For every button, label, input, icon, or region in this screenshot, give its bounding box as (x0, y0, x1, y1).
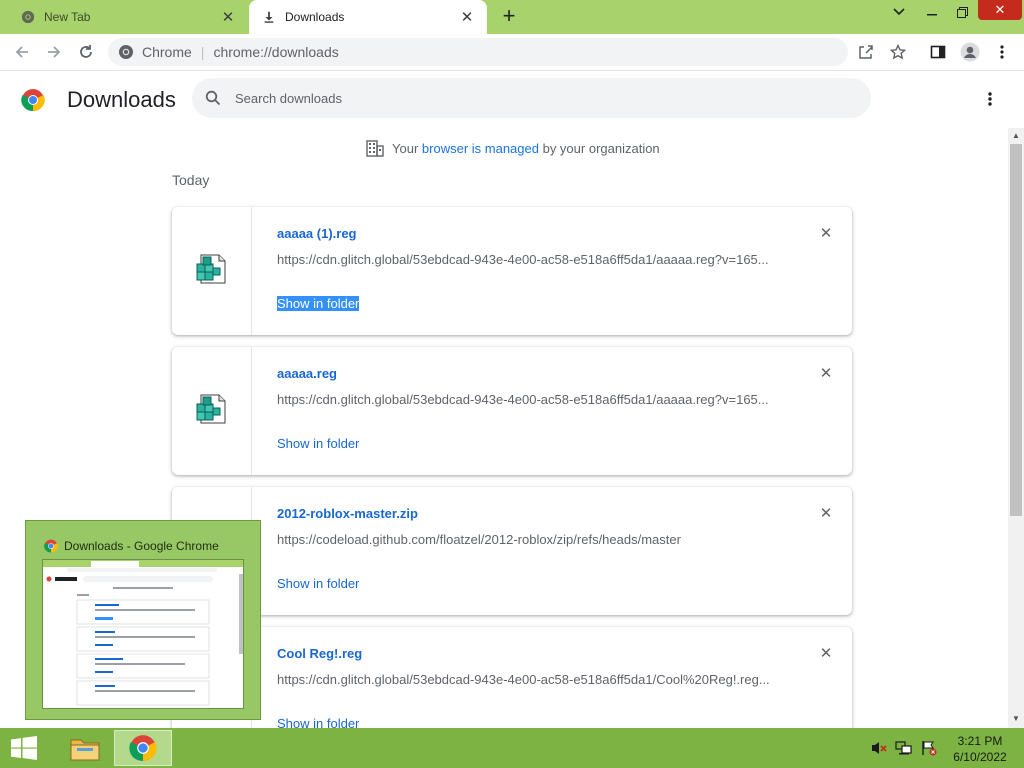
download-item: aaaaa.reg https://cdn.glitch.global/53eb… (172, 347, 852, 475)
browser-menu-icon[interactable] (990, 40, 1014, 64)
chrome-taskbar-icon[interactable] (114, 730, 172, 766)
search-downloads-box[interactable] (192, 78, 871, 118)
download-item: aaaaa (1).reg https://cdn.glitch.global/… (172, 207, 852, 335)
minimize-icon[interactable] (917, 0, 947, 24)
file-icon-column (172, 347, 252, 475)
tab-search-chevron-icon[interactable] (884, 0, 914, 24)
building-icon (366, 139, 384, 157)
download-item: 2012-roblox-master.zip https://codeload.… (172, 487, 852, 615)
file-name-link[interactable]: aaaaa.reg (277, 366, 337, 381)
chrome-logo-icon (44, 539, 58, 553)
volume-muted-icon[interactable] (870, 740, 888, 756)
date-group-label: Today (172, 172, 210, 188)
chrome-icon (20, 9, 36, 25)
page-title: Downloads (67, 87, 176, 112)
downloads-header: Downloads (0, 72, 1024, 128)
search-input[interactable] (235, 90, 835, 106)
url-separator: | (200, 44, 205, 60)
forward-icon[interactable] (42, 40, 66, 64)
taskbar: 3:21 PM 6/10/2022 (0, 728, 1024, 768)
bookmark-star-icon[interactable] (886, 40, 910, 64)
scrollbar-thumb[interactable] (1010, 144, 1022, 516)
show-in-folder-link[interactable]: Show in folder (277, 576, 359, 591)
restore-icon[interactable] (947, 0, 977, 24)
action-center-flag-icon[interactable] (920, 740, 938, 756)
file-explorer-icon[interactable] (56, 730, 114, 766)
registry-file-icon (195, 252, 229, 291)
close-tab-icon[interactable]: ✕ (218, 7, 238, 27)
side-panel-icon[interactable] (926, 40, 950, 64)
tab-downloads[interactable]: Downloads ✕ (249, 0, 487, 34)
remove-download-icon[interactable]: ✕ (817, 504, 835, 522)
url-text[interactable]: chrome://downloads (213, 44, 338, 60)
close-window-icon[interactable]: ✕ (978, 0, 1022, 20)
windows-start-icon[interactable] (10, 736, 38, 760)
tab-title: Downloads (285, 10, 345, 24)
reload-icon[interactable] (74, 40, 98, 64)
share-icon[interactable] (854, 40, 878, 64)
chrome-icon (118, 44, 134, 60)
file-name-link[interactable]: Cool Reg!.reg (277, 646, 362, 661)
network-icon[interactable] (895, 740, 913, 756)
profile-avatar-icon[interactable] (958, 40, 982, 64)
chrome-logo-icon (21, 88, 45, 112)
file-url[interactable]: https://cdn.glitch.global/53ebdcad-943e-… (277, 252, 769, 267)
managed-notice: Your browser is managed by your organiza… (366, 139, 660, 157)
address-bar[interactable]: Chrome | chrome://downloads (108, 38, 848, 66)
new-tab-button[interactable]: + (497, 5, 521, 29)
managed-prefix: Your (392, 140, 419, 156)
clock-date: 6/10/2022 (953, 750, 1007, 764)
remove-download-icon[interactable]: ✕ (817, 364, 835, 382)
system-clock[interactable]: 3:21 PM 6/10/2022 (944, 733, 1016, 765)
file-url[interactable]: https://cdn.glitch.global/53ebdcad-943e-… (277, 672, 770, 687)
remove-download-icon[interactable]: ✕ (817, 224, 835, 242)
preview-thumbnail (42, 559, 244, 709)
remove-download-icon[interactable]: ✕ (817, 644, 835, 662)
preview-title: Downloads - Google Chrome (44, 539, 219, 553)
tab-new-tab[interactable]: New Tab ✕ (8, 0, 248, 34)
managed-suffix: by your organization (542, 140, 660, 156)
search-icon (205, 90, 221, 106)
registry-file-icon (195, 392, 229, 431)
taskbar-window-preview[interactable]: Downloads - Google Chrome (25, 520, 261, 720)
file-url[interactable]: https://codeload.github.com/floatzel/201… (277, 532, 681, 547)
scroll-down-arrow-icon[interactable]: ▼ (1012, 714, 1020, 723)
preview-title-text: Downloads - Google Chrome (64, 539, 219, 553)
more-actions-icon[interactable] (978, 87, 1002, 111)
page-scrollbar[interactable]: ▲ ▼ (1008, 128, 1024, 728)
managed-link[interactable]: browser is managed (422, 141, 539, 156)
site-name: Chrome (142, 44, 192, 60)
file-url[interactable]: https://cdn.glitch.global/53ebdcad-943e-… (277, 392, 769, 407)
file-name-link[interactable]: 2012-roblox-master.zip (277, 506, 418, 521)
tab-title: New Tab (44, 10, 91, 24)
show-in-folder-link[interactable]: Show in folder (277, 296, 360, 311)
tab-strip: New Tab ✕ Downloads ✕ + ✕ (0, 0, 1024, 34)
download-icon (261, 9, 277, 25)
close-tab-icon[interactable]: ✕ (457, 7, 477, 27)
scroll-up-arrow-icon[interactable]: ▲ (1012, 131, 1020, 140)
file-icon-column (172, 207, 252, 335)
back-icon[interactable] (10, 40, 34, 64)
clock-time: 3:21 PM (957, 734, 1003, 748)
show-in-folder-link[interactable]: Show in folder (277, 436, 359, 451)
file-name-link[interactable]: aaaaa (1).reg (277, 226, 357, 241)
browser-toolbar: Chrome | chrome://downloads (0, 34, 1024, 71)
